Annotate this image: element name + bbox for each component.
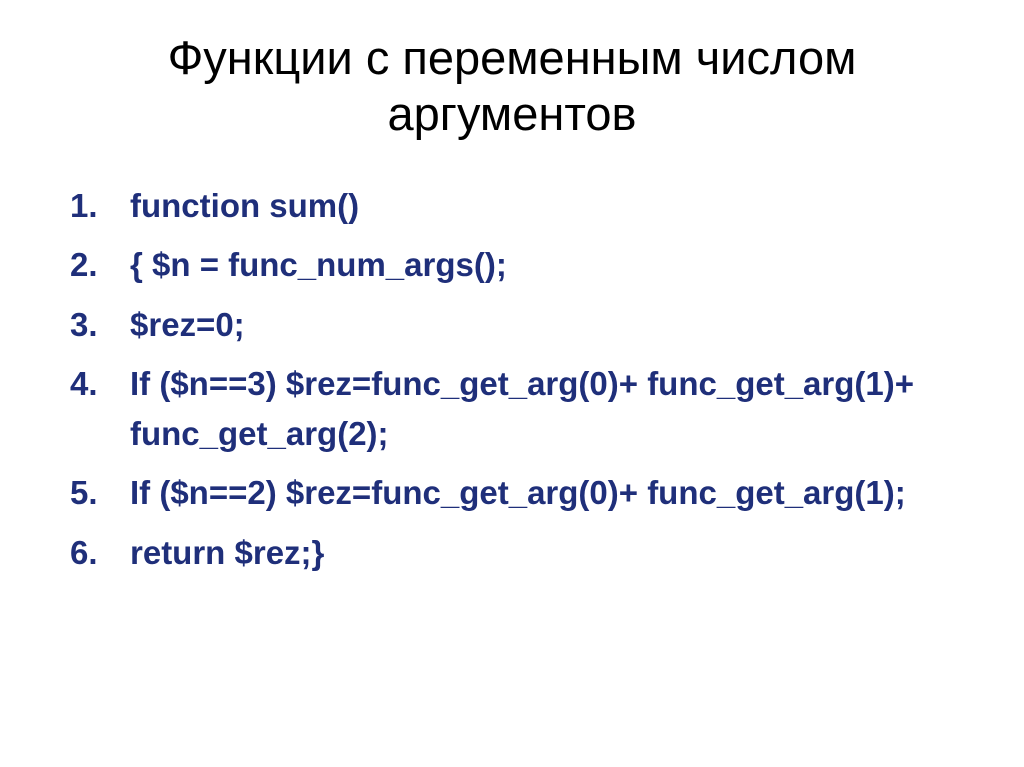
code-text: function sum()	[130, 187, 359, 224]
code-line: function sum()	[70, 181, 954, 231]
code-text: return $rez;}	[130, 534, 324, 571]
code-text: If ($n==3) $rez=func_get_arg(0)+ func_ge…	[130, 365, 914, 452]
code-line: If ($n==3) $rez=func_get_arg(0)+ func_ge…	[70, 359, 954, 458]
code-list: function sum() { $n = func_num_args(); $…	[70, 181, 954, 578]
code-text: If ($n==2) $rez=func_get_arg(0)+ func_ge…	[130, 474, 906, 511]
code-text: $rez=0;	[130, 306, 245, 343]
code-line: If ($n==2) $rez=func_get_arg(0)+ func_ge…	[70, 468, 954, 518]
slide-title: Функции с переменным числом аргументов	[70, 30, 954, 143]
code-text: { $n = func_num_args();	[130, 246, 507, 283]
code-line: $rez=0;	[70, 300, 954, 350]
code-line: return $rez;}	[70, 528, 954, 578]
code-line: { $n = func_num_args();	[70, 240, 954, 290]
